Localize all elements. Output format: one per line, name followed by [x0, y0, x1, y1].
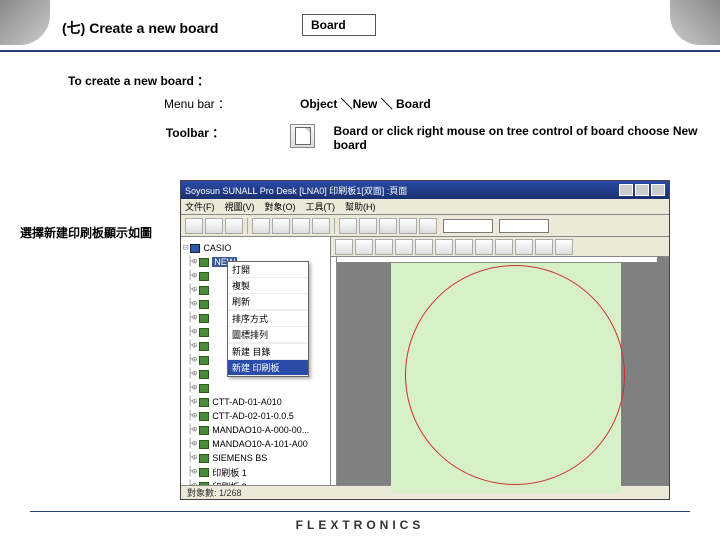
board-icon — [199, 398, 209, 407]
footer-divider — [30, 511, 690, 512]
toolbar-button[interactable] — [435, 239, 453, 255]
toolbar-button[interactable] — [359, 218, 377, 234]
context-menu-item[interactable]: 打開 — [228, 262, 308, 278]
toolbar-button[interactable] — [339, 218, 357, 234]
context-menu[interactable]: 打開 複製 刷新 排序方式 圖標排列 新建 目錄 新建 印刷板 — [227, 261, 309, 377]
board-icon — [199, 286, 209, 295]
minimize-button[interactable] — [619, 184, 633, 196]
context-menu-item[interactable]: 刷新 — [228, 294, 308, 310]
toolbar-button[interactable] — [555, 239, 573, 255]
board-icon — [199, 356, 209, 365]
toolbar-button[interactable] — [375, 239, 393, 255]
toolbar-button[interactable] — [379, 218, 397, 234]
toolbar-button[interactable] — [335, 239, 353, 255]
app-titlebar: Soyosun SUNALL Pro Desk [LNA0] 印刷板1[双面] … — [181, 181, 669, 199]
tree-item[interactable]: CTT-AD-01-A010 — [212, 397, 282, 407]
tree-item[interactable]: 印刷板 2 — [212, 480, 247, 486]
toolbar-button[interactable] — [399, 218, 417, 234]
board-icon — [199, 314, 209, 323]
menu-item[interactable]: 文件(F) — [185, 200, 215, 213]
tree-item[interactable]: SIEMENS BS — [212, 453, 267, 463]
toolbar-button[interactable] — [205, 218, 223, 234]
tree-item[interactable]: MANDAO10-A-101-A00 — [212, 439, 308, 449]
toolbar-instruction: Board or click right mouse on tree contr… — [333, 124, 720, 152]
toolbar-button[interactable] — [252, 218, 270, 234]
context-menu-item[interactable]: 新建 目錄 — [228, 344, 308, 360]
close-button[interactable] — [651, 184, 665, 196]
board-icon — [199, 272, 209, 281]
toolbar-button[interactable] — [455, 239, 473, 255]
toolbar-combo[interactable] — [443, 219, 493, 233]
menubar-value: Object ＼New ＼ Board — [238, 95, 431, 112]
menu-item[interactable]: 視圖(V) — [225, 200, 255, 213]
toolbar-button[interactable] — [312, 218, 330, 234]
toolbar-button[interactable] — [419, 218, 437, 234]
board-icon — [199, 468, 209, 477]
tree-root-label[interactable]: CASIO — [203, 243, 231, 253]
toolbar-button[interactable] — [475, 239, 493, 255]
app-screenshot: Soyosun SUNALL Pro Desk [LNA0] 印刷板1[双面] … — [180, 180, 670, 500]
tree-item[interactable]: MANDAO10-A-000-00... — [212, 425, 309, 435]
toolbar-button[interactable] — [395, 239, 413, 255]
header-device-graphic — [0, 0, 50, 45]
toolbar-separator — [247, 218, 248, 234]
toolbar-button[interactable] — [535, 239, 553, 255]
toolbar-button[interactable] — [495, 239, 513, 255]
board-icon — [199, 426, 209, 435]
maximize-button[interactable] — [635, 184, 649, 196]
tree-pane[interactable]: ⊟CASIO ├⊕NEW ├⊕ ├⊕ ├⊕ ├⊕ ├⊕ ├⊕ ├⊕ ├⊕ ├⊕ … — [181, 237, 331, 485]
app-title-text: Soyosun SUNALL Pro Desk [LNA0] 印刷板1[双面] … — [185, 184, 407, 197]
toolbar-button[interactable] — [515, 239, 533, 255]
tree-item[interactable]: 印刷板 1 — [212, 466, 247, 479]
board-icon — [199, 370, 209, 379]
board-icon — [199, 440, 209, 449]
toolbar-label: Toolbar ： — [68, 124, 232, 141]
board-icon — [199, 258, 209, 267]
toolbar-button[interactable] — [185, 218, 203, 234]
slide-title-box: Board — [302, 14, 376, 36]
toolbar-button[interactable] — [415, 239, 433, 255]
toolbar-button[interactable] — [272, 218, 290, 234]
menubar-label: Menu bar ： — [68, 95, 238, 112]
board-icon — [199, 384, 209, 393]
new-document-icon — [290, 124, 315, 148]
footer-logo: FLEXTRONICS — [0, 518, 720, 532]
slide-title: (七) Create a new board — [62, 18, 218, 38]
app-toolbar — [181, 215, 669, 237]
board-icon — [199, 454, 209, 463]
board-icon — [199, 412, 209, 421]
toolbar-separator — [334, 218, 335, 234]
tree-item[interactable]: CTT-AD-02-01-0.0.5 — [212, 411, 294, 421]
annotation-circle — [405, 265, 625, 485]
menu-item[interactable]: 工具(T) — [306, 200, 336, 213]
menu-item[interactable]: 對象(O) — [265, 200, 296, 213]
toolbar-button[interactable] — [225, 218, 243, 234]
folder-icon — [190, 244, 200, 253]
toolbar-button[interactable] — [292, 218, 310, 234]
work-toolbar — [331, 237, 669, 257]
context-menu-item[interactable]: 圖標排列 — [228, 327, 308, 343]
board-icon — [199, 300, 209, 309]
ruler-vertical — [331, 257, 337, 485]
toolbar-combo[interactable] — [499, 219, 549, 233]
sidebar-note: 選擇新建印刷板顯示如圖 — [20, 224, 152, 241]
app-menubar: 文件(F) 視圖(V) 對象(O) 工具(T) 幫助(H) — [181, 199, 669, 215]
menu-item[interactable]: 幫助(H) — [345, 200, 376, 213]
board-icon — [199, 482, 209, 486]
context-menu-item[interactable]: 複製 — [228, 278, 308, 294]
intro-text: To create a new board ： — [68, 72, 720, 89]
board-icon — [199, 342, 209, 351]
work-pane[interactable] — [331, 237, 669, 485]
context-menu-item-highlighted[interactable]: 新建 印刷板 — [228, 360, 308, 376]
toolbar-button[interactable] — [355, 239, 373, 255]
board-icon — [199, 328, 209, 337]
header-tail-graphic — [670, 0, 720, 45]
context-menu-item[interactable]: 排序方式 — [228, 311, 308, 327]
